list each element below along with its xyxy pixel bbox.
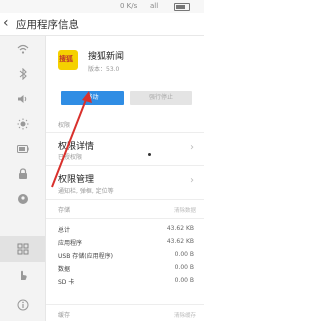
annotation-arrow <box>51 91 92 188</box>
